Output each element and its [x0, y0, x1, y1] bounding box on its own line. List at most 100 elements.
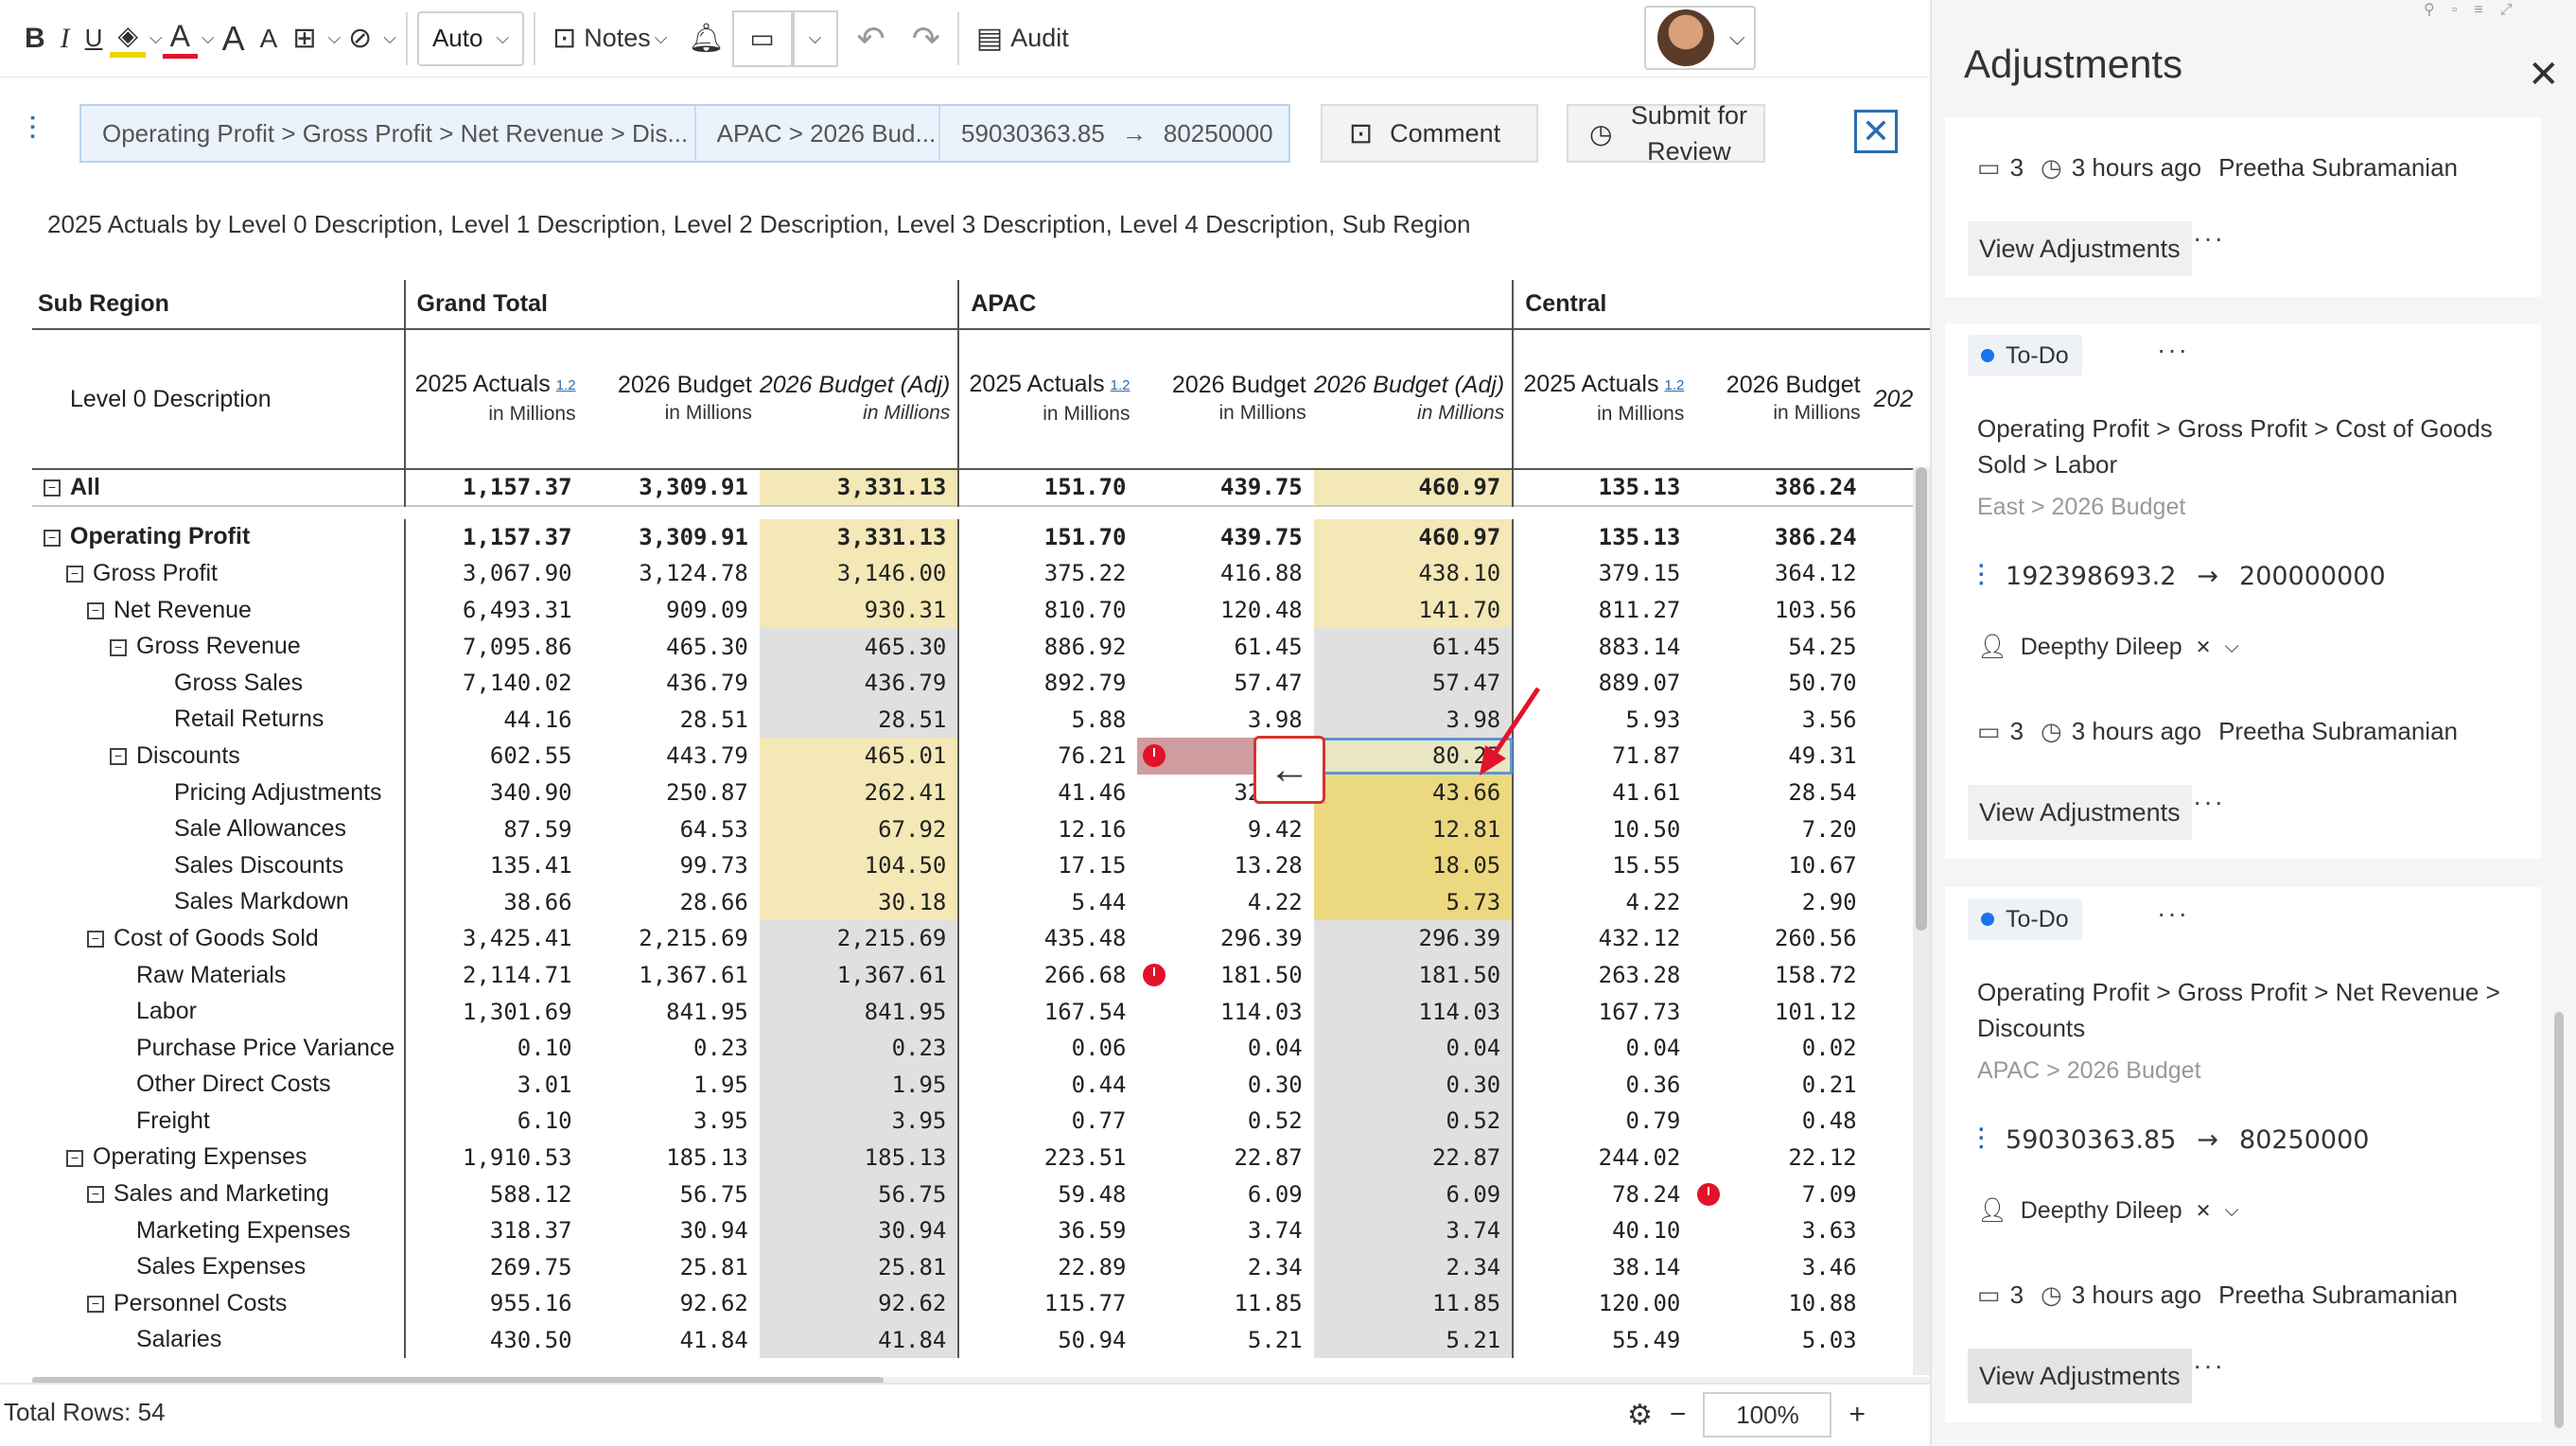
collapse-toggle-icon[interactable]: − — [87, 601, 104, 619]
window-icons[interactable]: ⚲▫≡⤢ — [2424, 0, 2530, 19]
table-cell[interactable]: 3,331.13 — [759, 468, 959, 506]
table-cell[interactable]: 6.09 — [1137, 1176, 1313, 1212]
notes-add-icon[interactable]: ⊡ — [545, 9, 584, 69]
table-cell[interactable]: 92.62 — [759, 1285, 959, 1322]
table-cell[interactable]: 87.59 — [403, 810, 584, 847]
table-cell[interactable]: 416.88 — [1137, 555, 1313, 592]
table-cell[interactable]: 104.50 — [759, 846, 959, 884]
submit-for-review-button[interactable]: ◷ Submit for Review — [1567, 101, 1765, 166]
table-cell[interactable]: 340.90 — [403, 774, 584, 811]
table-cell[interactable]: 3,331.13 — [759, 518, 959, 556]
collapse-toggle-icon[interactable]: − — [66, 1149, 83, 1167]
collapse-toggle-icon[interactable]: − — [44, 529, 61, 547]
row-label[interactable]: Labor — [32, 993, 405, 1030]
table-cell[interactable]: 3,309.91 — [583, 468, 760, 506]
collapse-toggle-icon[interactable]: − — [66, 566, 83, 584]
table-row[interactable]: − Cost of Goods Sold 3,425.41 2,215.69 2,215… — [32, 920, 1930, 957]
status-badge[interactable]: To-Do — [1968, 335, 2082, 376]
table-cell[interactable]: 436.79 — [759, 664, 959, 702]
table-cell[interactable]: 460.97 — [1313, 518, 1514, 556]
table-row[interactable]: Sales Markdown 38.66 28.66 30.18 5.44 4.22 5.7… — [32, 883, 1930, 921]
table-cell[interactable]: 0.04 — [1512, 1029, 1692, 1067]
table-cell[interactable]: 12.81 — [1313, 810, 1514, 847]
table-cell[interactable]: 2,215.69 — [759, 920, 959, 957]
table-cell[interactable]: 430.50 — [403, 1321, 584, 1359]
table-cell[interactable]: 3.95 — [759, 1103, 959, 1140]
table-cell[interactable]: 3,309.91 — [584, 519, 760, 556]
table-cell[interactable]: 841.95 — [759, 993, 959, 1030]
revert-arrow-button[interactable]: ← — [1253, 736, 1325, 804]
pending-clock-icon[interactable] — [1143, 744, 1166, 768]
table-cell[interactable]: 262.41 — [759, 774, 959, 811]
zoom-in-button[interactable]: + — [1849, 1399, 1866, 1431]
table-cell[interactable]: 379.15 — [1512, 555, 1692, 592]
comment-count[interactable]: ▭ 3 — [1977, 153, 2024, 183]
table-cell[interactable]: 0.52 — [1137, 1103, 1313, 1140]
table-cell[interactable]: 9.42 — [1137, 810, 1313, 847]
table-cell[interactable]: 6.09 — [1313, 1176, 1514, 1212]
table-cell[interactable]: 56.75 — [584, 1176, 760, 1212]
row-label[interactable]: − Gross Profit — [32, 555, 405, 592]
chevron-down-icon[interactable]: ⌵ — [2224, 636, 2238, 658]
row-label[interactable]: − Net Revenue — [32, 592, 405, 629]
table-cell[interactable]: 1.95 — [584, 1067, 760, 1104]
table-cell[interactable]: 141.70 — [1313, 591, 1514, 629]
table-cell[interactable]: 244.02 — [1512, 1139, 1692, 1176]
table-cell[interactable]: 50.94 — [957, 1321, 1138, 1359]
table-cell[interactable]: 4.22 — [1512, 883, 1692, 921]
table-cell[interactable]: 0.79 — [1512, 1103, 1692, 1140]
table-cell[interactable]: 101.12 — [1691, 993, 1867, 1030]
table-cell[interactable]: 92.62 — [584, 1285, 760, 1322]
row-label[interactable]: Raw Materials — [32, 957, 405, 994]
close-adjustment-icon[interactable]: ✕ — [1854, 110, 1898, 153]
table-cell[interactable]: 3,146.00 — [759, 555, 959, 592]
row-label[interactable]: Gross Sales — [32, 665, 405, 702]
table-cell[interactable]: 135.41 — [403, 846, 584, 884]
pending-clock-icon[interactable] — [1697, 1182, 1721, 1206]
table-cell[interactable]: 7,140.02 — [403, 664, 584, 702]
table-row[interactable]: − Operating Profit 1,157.37 3,309.91 3,331.1… — [32, 518, 1930, 556]
chevron-down-icon[interactable]: ⌵ — [202, 28, 215, 48]
table-cell[interactable]: 588.12 — [403, 1176, 584, 1212]
table-cell[interactable]: 3.63 — [1691, 1212, 1867, 1249]
border-icon[interactable]: ⊞ — [285, 9, 324, 69]
table-cell[interactable]: 909.09 — [584, 592, 760, 629]
table-cell[interactable]: 61.45 — [1313, 628, 1514, 665]
table-row[interactable]: −Discounts602.55443.79465.0176.21580.257… — [32, 738, 1930, 775]
col-header-budget[interactable]: 2026 Budget in Millions — [1691, 329, 1868, 470]
row-label[interactable]: Other Direct Costs — [32, 1067, 405, 1104]
row-dimension-header[interactable]: Sub Region — [32, 280, 405, 330]
chevron-down-icon[interactable]: ⌵ — [792, 9, 838, 67]
table-cell[interactable]: 269.75 — [403, 1248, 584, 1286]
scrollbar-thumb[interactable] — [1916, 467, 1927, 931]
table-cell[interactable]: 15.55 — [1512, 846, 1692, 884]
table-cell[interactable]: 435.48 — [957, 920, 1138, 957]
fill-color-icon[interactable]: ◈ — [110, 20, 146, 58]
column-group-grand-total[interactable]: Grand Total — [403, 280, 959, 330]
table-cell[interactable]: 40.10 — [1512, 1211, 1692, 1249]
table-cell[interactable]: 465.30 — [584, 628, 760, 665]
table-cell[interactable]: 296.39 — [1137, 920, 1313, 957]
table-cell[interactable]: 3.74 — [1313, 1211, 1514, 1249]
table-cell[interactable]: 0.06 — [957, 1029, 1138, 1067]
comment-button[interactable]: ⊡ Comment — [1321, 104, 1538, 163]
table-row[interactable]: − Operating Expenses 1,910.53 185.13 185.13 2… — [32, 1139, 1930, 1176]
table-cell[interactable]: 43.66 — [1313, 774, 1514, 811]
table-cell[interactable]: 10.67 — [1691, 847, 1867, 884]
table-row[interactable]: Pricing Adjustments 340.90 250.87 262.41 41.… — [32, 774, 1930, 811]
table-cell[interactable]: 0.10 — [403, 1029, 584, 1067]
table-cell[interactable]: 7.09 — [1691, 1176, 1867, 1212]
table-cell[interactable]: 0.48 — [1691, 1103, 1867, 1140]
column-group-apac[interactable]: APAC — [957, 280, 1514, 330]
table-row[interactable]: Sales Expenses 269.75 25.81 25.81 22.89 2.34 2… — [32, 1248, 1930, 1286]
col-header-truncated[interactable]: 202 — [1867, 329, 1930, 470]
table-cell[interactable]: 296.39 — [1313, 920, 1514, 957]
table-cell[interactable]: 1,910.53 — [403, 1139, 584, 1176]
chevron-down-icon[interactable]: ⌵ — [383, 28, 396, 48]
table-cell[interactable]: 1,367.61 — [584, 957, 760, 994]
table-cell[interactable]: 886.92 — [957, 628, 1138, 665]
table-cell[interactable]: 0.77 — [957, 1103, 1138, 1140]
table-cell[interactable]: 167.73 — [1512, 993, 1692, 1030]
table-row[interactable]: − Sales and Marketing 588.12 56.75 56.75 59.4… — [32, 1176, 1930, 1212]
table-cell[interactable]: 185.13 — [759, 1139, 959, 1176]
